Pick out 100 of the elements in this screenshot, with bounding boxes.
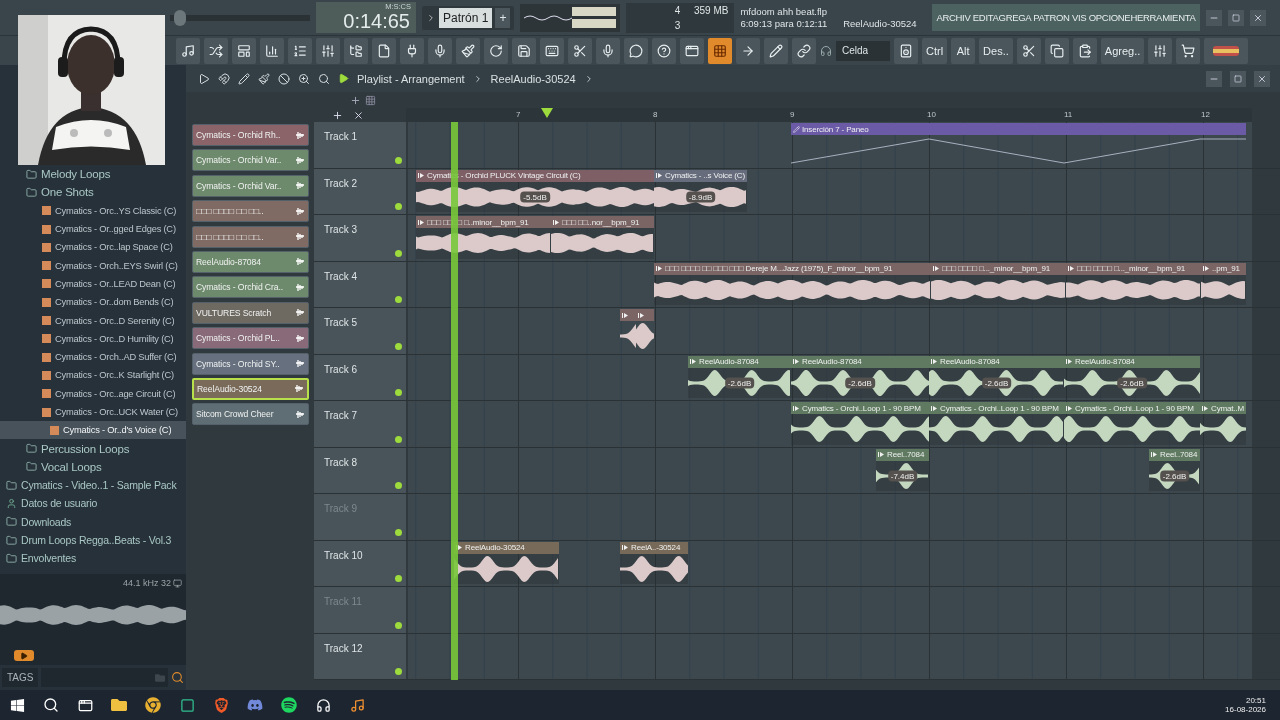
add-button[interactable]: Agreg.. (1100, 37, 1145, 64)
track-header[interactable]: Track 10 (314, 540, 406, 586)
clip-label[interactable]: □□□ □□□□ □□ □□□ □□□ Dereje M...Jazz (1975)_F_minor__bpm_91 (654, 262, 931, 275)
pencil-button[interactable] (764, 37, 788, 64)
channel-button[interactable]: Cymatics - Orchid SY.. (192, 352, 309, 375)
file-button[interactable] (372, 37, 396, 64)
spotify-icon[interactable] (281, 697, 297, 713)
headphones-icon[interactable] (315, 697, 331, 713)
track-lane[interactable]: □□□ □□□□ □□ □□□ □□□ Dereje M...Jazz (1975)_F_minor__bpm_91 □□□ □□□□ □..._minor__bpm_91 □□□ □□□□ □..._minor__bpm_91 ..pm_91 (408, 261, 1252, 307)
browser-folder[interactable]: Percussion Loops (41, 442, 130, 455)
channel-button[interactable]: □□□ □□□□ □□ □□.. (192, 225, 309, 248)
clip-label[interactable]: Cymatics - Orchi..Loop 1 - 90 BPM (1064, 402, 1200, 414)
start-icon[interactable] (9, 697, 25, 713)
track-led[interactable] (395, 435, 402, 443)
track-led[interactable] (395, 389, 402, 396)
cut-button[interactable] (1016, 37, 1041, 64)
modifier-key-button[interactable]: Alt (951, 37, 976, 64)
clip-label[interactable]: Reel..7084 (1149, 448, 1200, 461)
scissors-button[interactable] (568, 37, 592, 64)
tags-field[interactable] (41, 668, 168, 687)
browser-folder[interactable]: Envolventes (21, 552, 76, 565)
browser-folder[interactable]: Datos de usuario (21, 497, 98, 510)
track-header[interactable]: Track 3 (314, 215, 406, 261)
clip-label[interactable]: ReelAudio-87084 (1064, 355, 1200, 368)
channel-button[interactable]: Sitcom Crowd Cheer (192, 403, 309, 426)
channel-button[interactable]: Cymatics - Orchid Cra.. (192, 276, 309, 299)
microphone-button[interactable] (596, 37, 620, 64)
slider-thumb[interactable] (174, 9, 187, 26)
shuffle-button[interactable] (204, 37, 228, 64)
track-led[interactable] (395, 342, 402, 350)
add-track-icon[interactable] (332, 109, 343, 121)
track-header[interactable]: Track 6 (314, 354, 406, 400)
browser-file[interactable]: Cymatics - Or..LEAD Dean (C) (55, 278, 176, 289)
pencil-icon[interactable] (238, 72, 250, 85)
track-header[interactable]: Track 4 (314, 261, 406, 307)
clip-label[interactable]: Cymat..M (1200, 402, 1246, 414)
app-icon[interactable] (179, 697, 195, 713)
paste-button[interactable] (1072, 37, 1097, 64)
clip-label[interactable]: Cymatics - Orchi..Loop 1 - 90 BPM (929, 402, 1064, 414)
track-led[interactable] (395, 575, 402, 582)
link-button[interactable] (792, 37, 816, 64)
refresh-button[interactable] (484, 37, 508, 64)
main-menu[interactable]: ARCHIV EDITAGREGA PATRON VIS OPCIONEHERRAMIENTA (932, 4, 1200, 31)
clip-label[interactable]: ReelAudio-87084 (929, 355, 1064, 368)
track-header[interactable]: Track 5 (314, 308, 406, 354)
lion-icon[interactable] (213, 697, 229, 713)
track-header[interactable]: Track 2 (314, 168, 406, 214)
save-button[interactable] (512, 37, 536, 64)
keyboard-button[interactable] (540, 37, 564, 64)
music-app-icon[interactable] (349, 697, 365, 713)
track-led[interactable] (395, 203, 402, 210)
clip-label[interactable]: ReelA..-30524 (620, 541, 688, 554)
mute-icon[interactable] (278, 72, 290, 85)
track-lane[interactable]: ReelAudio-30524 ReelA..-30524 (408, 540, 1252, 586)
channel-button[interactable]: Cymatics - Orchid Rh.. (192, 124, 309, 146)
flag-button[interactable] (1204, 37, 1249, 64)
clip-label[interactable]: Inserción 7 - Paneo (791, 123, 1246, 135)
add-pattern-button[interactable]: + (495, 7, 511, 28)
clip-label[interactable]: ..pm_91 (1201, 262, 1246, 275)
browser-file[interactable]: Cymatics - Orc..lap Space (C) (55, 242, 173, 253)
arrow-right-button[interactable] (736, 37, 760, 64)
breadcrumb[interactable]: ReelAudio-30524 (490, 72, 576, 85)
clip-label[interactable]: Cymatics - Orchi..Loop 1 - 90 BPM (791, 402, 929, 414)
chevron-icon[interactable] (426, 12, 436, 23)
task-view-icon[interactable] (77, 697, 93, 713)
clip-header[interactable] (620, 309, 636, 321)
browser-folder[interactable]: Drum Loops Regga..Beats - Vol.3 (21, 534, 172, 547)
track-led[interactable] (395, 296, 402, 303)
timeline-ruler[interactable]: 7 8 9 10 11 12 (406, 108, 1252, 122)
browser-file[interactable]: Cymatics - Orc..YS Classic (C) (55, 205, 177, 216)
track-led[interactable] (395, 156, 402, 164)
folder-icon[interactable] (111, 697, 127, 713)
close-button[interactable] (1254, 70, 1270, 87)
plug-button[interactable] (400, 37, 424, 64)
browser-file[interactable]: Cymatics - Orc..K Starlight (C) (55, 370, 174, 381)
playhead-marker-icon[interactable] (541, 108, 553, 118)
browser-folder[interactable]: Downloads (21, 515, 72, 528)
minimize-button[interactable] (1206, 70, 1222, 87)
channel-button[interactable]: VULTURES Scratch (192, 301, 309, 324)
zoom-icon[interactable] (298, 72, 310, 85)
track-led[interactable] (395, 621, 402, 629)
bars-button[interactable] (260, 37, 284, 64)
play-button[interactable] (14, 650, 34, 661)
track-header[interactable]: Track 8 (314, 447, 406, 493)
clip-header[interactable] (636, 309, 654, 321)
browser-folder[interactable]: Cymatics - Video..1 - Sample Pack (21, 479, 177, 492)
channel-button[interactable]: ReelAudio-30524 (192, 377, 309, 400)
channel-button[interactable]: Cymatics - Orchid Var.. (192, 149, 309, 172)
browser-folder[interactable]: Melody Loops (41, 168, 111, 181)
close-button[interactable] (1249, 9, 1266, 26)
track-lane[interactable]: Cymatics - Orchi..Loop 1 - 90 BPM Cymatics - Orchi..Loop 1 - 90 BPM Cymatics - Orchi..Loop 1 - 90 BPM Cymat..M (408, 401, 1252, 447)
track-lane[interactable]: Reel..7084 -7.4dB Reel..7084 -2.6dB (408, 447, 1252, 493)
magnet-icon[interactable] (218, 72, 230, 85)
music-add-button[interactable] (176, 37, 200, 64)
minimize-button[interactable] (1205, 9, 1222, 26)
copy-button[interactable] (1044, 37, 1069, 64)
browser-folder[interactable]: Vocal Loops (41, 460, 102, 473)
close-icon[interactable] (353, 109, 364, 121)
track-lane[interactable] (408, 587, 1252, 633)
browser-file[interactable]: Cymatics - Or..gged Edges (C) (55, 224, 176, 235)
